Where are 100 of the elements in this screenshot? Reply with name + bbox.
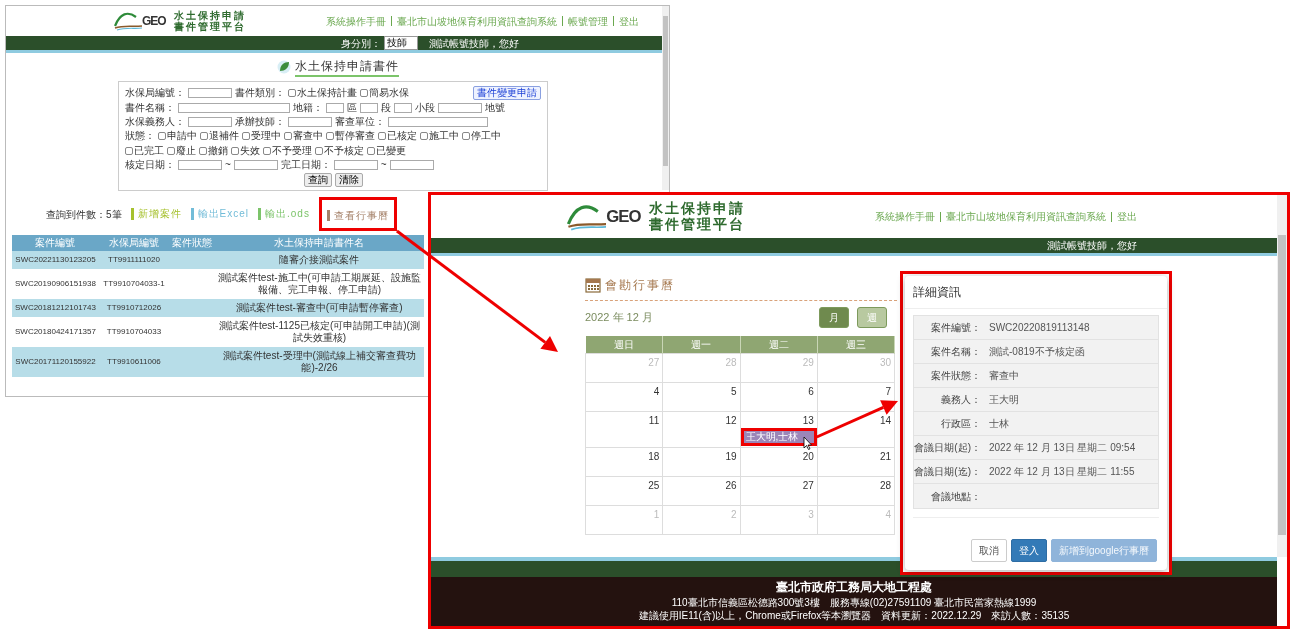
logo-swoosh-icon bbox=[114, 11, 142, 31]
day-number: 27 bbox=[801, 479, 814, 493]
role-label: 身分別： bbox=[341, 36, 381, 51]
field-label: 地籍： bbox=[293, 102, 323, 114]
logo-swoosh-icon bbox=[567, 202, 607, 231]
table-cell: SWC20171120155922 bbox=[15, 357, 96, 366]
dropdown-field[interactable] bbox=[388, 117, 488, 127]
day-number: 25 bbox=[647, 479, 660, 493]
column-header: 水土保持申請書件名 bbox=[214, 235, 424, 251]
field-value: 2022 年 12 月 13日 星期二 11:55 bbox=[989, 465, 1135, 479]
modal-button[interactable]: 取消 bbox=[970, 539, 1007, 562]
toolbar-link[interactable]: 查看行事曆 bbox=[326, 210, 389, 221]
checkbox-option[interactable]: 受理中 bbox=[242, 130, 281, 142]
checkbox-option[interactable]: 不予核定 bbox=[315, 145, 364, 157]
logo-title: 水土保持申請 bbox=[648, 201, 745, 217]
checkbox-option[interactable]: 停工中 bbox=[462, 130, 501, 142]
day-number: 4 bbox=[652, 385, 660, 399]
day-number: 19 bbox=[724, 450, 737, 464]
checkbox-option[interactable]: 申請中 bbox=[158, 130, 197, 142]
cursor-icon bbox=[800, 436, 813, 450]
field-label: 狀態： bbox=[125, 130, 155, 142]
table-cell: TT9910712026 bbox=[106, 303, 162, 312]
form-button[interactable]: 查詢 bbox=[303, 173, 332, 187]
modal-button[interactable]: 登入 bbox=[1010, 539, 1047, 562]
field-value: 2022 年 12 月 13日 星期二 09:54 bbox=[989, 441, 1136, 455]
weekday-header: 週二 bbox=[740, 336, 818, 354]
checkbox-option[interactable]: 退補件 bbox=[200, 130, 239, 142]
checkbox-option[interactable]: 已完工 bbox=[125, 145, 164, 157]
calendar-icon bbox=[585, 277, 601, 293]
checkbox-option[interactable]: 已核定 bbox=[378, 130, 417, 142]
checkbox-option[interactable]: 不予受理 bbox=[263, 145, 312, 157]
table-cell: SWC20221130123205 bbox=[15, 255, 96, 264]
checkbox-option[interactable]: 失效 bbox=[231, 145, 260, 157]
day-number: 30 bbox=[878, 356, 891, 370]
field-label: 義務人： bbox=[940, 393, 982, 407]
greeting-text: 測試帳號技師，您好 bbox=[1047, 239, 1137, 253]
dropdown-field[interactable] bbox=[394, 103, 412, 113]
field-value: SWC20220819113148 bbox=[989, 321, 1090, 335]
input-field[interactable] bbox=[288, 117, 332, 127]
input-field[interactable] bbox=[389, 160, 434, 170]
calendar-title: 會勘行事曆 bbox=[605, 277, 675, 294]
checkbox-option[interactable]: 廢止 bbox=[167, 145, 196, 157]
day-number: 3 bbox=[807, 508, 814, 522]
leaf-icon bbox=[276, 60, 291, 74]
checkbox-option[interactable]: 撤銷 bbox=[199, 145, 228, 157]
field-label: ~ bbox=[225, 159, 231, 171]
modal-title: 詳細資訊 bbox=[905, 276, 1167, 309]
field-label: 小段 bbox=[415, 102, 435, 114]
checkbox-option[interactable]: 暫停審查 bbox=[326, 130, 375, 142]
month-label: 2022 年 12 月 bbox=[585, 310, 653, 326]
day-number: 28 bbox=[724, 356, 737, 370]
day-number: 26 bbox=[724, 479, 737, 493]
input-field[interactable] bbox=[178, 103, 290, 113]
day-number: 28 bbox=[878, 479, 891, 493]
field-label: 案件編號： bbox=[930, 321, 982, 335]
day-number: 4 bbox=[884, 508, 891, 522]
checkbox-option[interactable]: 審查中 bbox=[284, 130, 323, 142]
scrollbar[interactable] bbox=[662, 6, 669, 190]
page-title: 水土保持申請書件 bbox=[294, 57, 399, 77]
role-select[interactable]: 技師 bbox=[384, 36, 418, 50]
day-number: 20 bbox=[801, 450, 814, 464]
logo-title: 水土保持申請 bbox=[173, 10, 246, 21]
change-request-button[interactable]: 書件變更申請 bbox=[473, 86, 541, 100]
input-field[interactable] bbox=[188, 117, 232, 127]
scrollbar[interactable] bbox=[1277, 195, 1287, 557]
checkbox-option[interactable]: 簡易水保 bbox=[360, 87, 409, 99]
field-value: 測試-0819不予核定函 bbox=[989, 345, 1085, 359]
dropdown-field[interactable] bbox=[360, 103, 378, 113]
column-header: 案件狀態 bbox=[168, 235, 215, 251]
checkbox-option[interactable]: 水土保持計畫 bbox=[288, 87, 357, 99]
view-tab[interactable]: 月 bbox=[819, 307, 849, 328]
form-button[interactable]: 清除 bbox=[334, 173, 363, 187]
day-number: 12 bbox=[724, 414, 737, 428]
input-field[interactable] bbox=[333, 160, 378, 170]
checkbox-option[interactable]: 已變更 bbox=[367, 145, 406, 157]
field-label: 地號 bbox=[485, 102, 505, 114]
day-number: 6 bbox=[807, 385, 814, 399]
logo-text: GEO bbox=[606, 205, 641, 228]
logo-title: 書件管理平台 bbox=[648, 216, 745, 232]
table-cell: TT9910704033-1 bbox=[103, 279, 165, 288]
field-label: 書件名稱： bbox=[125, 102, 175, 114]
input-field[interactable] bbox=[188, 88, 232, 98]
input-field[interactable] bbox=[233, 160, 278, 170]
table-cell: SWC20181212101743 bbox=[15, 303, 96, 312]
field-label: 水保義務人： bbox=[125, 116, 185, 128]
table-cell: SWC20180424171357 bbox=[15, 327, 96, 336]
field-label: 會議日期(起)： bbox=[914, 441, 982, 455]
day-number: 13 bbox=[801, 414, 814, 428]
weekday-header: 週一 bbox=[662, 336, 740, 354]
input-field[interactable] bbox=[178, 160, 222, 170]
day-number: 5 bbox=[729, 385, 737, 399]
day-number: 1 bbox=[652, 508, 660, 522]
dropdown-field[interactable] bbox=[326, 103, 344, 113]
day-number: 21 bbox=[878, 450, 891, 464]
field-label: 水保局編號： bbox=[125, 87, 185, 99]
checkbox-option[interactable]: 施工中 bbox=[420, 130, 459, 142]
weekday-header: 週三 bbox=[817, 336, 895, 354]
logo-text: GEO bbox=[142, 13, 166, 30]
input-field[interactable] bbox=[438, 103, 482, 113]
field-value: 審查中 bbox=[989, 369, 1019, 383]
